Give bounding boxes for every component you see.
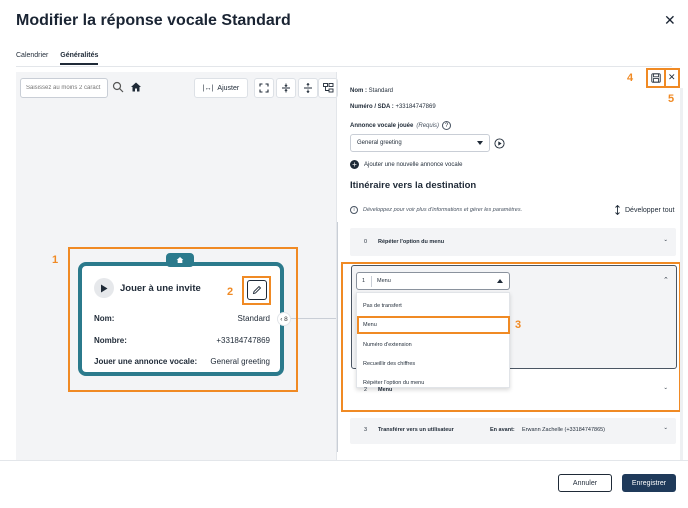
- home-icon: [176, 257, 184, 263]
- pencil-icon: [252, 285, 262, 295]
- item-number: 0: [364, 239, 368, 245]
- action-dropdown-menu: Pas de transfert Menu Numéro d'extension…: [356, 292, 510, 388]
- annotation-3: 3: [515, 319, 522, 331]
- modal-title: Modifier la réponse vocale Standard: [16, 12, 291, 29]
- node-row-nombre: Nombre: +33184747869: [94, 336, 270, 345]
- highlight-box-3: [357, 316, 510, 334]
- fit-width-icon: |↔|: [202, 84, 214, 92]
- ajuster-label: Ajuster: [217, 84, 240, 92]
- tabs-divider: [16, 66, 672, 67]
- dropdown-option[interactable]: Numéro d'extension: [363, 342, 412, 348]
- annotation-1: 1: [52, 254, 59, 266]
- annonce-select[interactable]: General greeting: [350, 134, 490, 152]
- accordion-item-0[interactable]: 0 Répéter l'option du menu ⌄: [350, 228, 676, 256]
- help-icon[interactable]: ?: [442, 121, 452, 130]
- cancel-button[interactable]: Annuler: [558, 474, 612, 492]
- expand-all-label: Développer tout: [625, 206, 675, 214]
- dropdown-option[interactable]: Recueillir des chiffres: [363, 361, 415, 367]
- expand-vertical-button[interactable]: [298, 78, 318, 98]
- required-text: (Requis): [416, 122, 440, 129]
- collapse-vertical-icon: [282, 83, 290, 93]
- nom-key: Nom :: [350, 88, 367, 94]
- item-label: Menu: [378, 387, 393, 393]
- node-row-value: General greeting: [210, 357, 270, 366]
- annotation-2: 2: [227, 286, 234, 298]
- item-number: 3: [364, 427, 368, 433]
- caret-down-icon: [477, 141, 483, 145]
- info-row: i Développez pour voir plus d'informatio…: [350, 206, 522, 214]
- save-button[interactable]: Enregistrer: [622, 474, 676, 492]
- annonce-select-value: General greeting: [357, 140, 402, 146]
- chevron-down-icon: ⌄: [663, 385, 668, 391]
- sda-value: +33184747869: [395, 104, 436, 110]
- search-icon[interactable]: [112, 81, 124, 93]
- expand-arrows-icon: [615, 205, 620, 215]
- home-icon[interactable]: [130, 81, 142, 93]
- fullscreen-icon: [259, 83, 269, 93]
- node-row-key: Jouer une annonce vocale:: [94, 357, 198, 366]
- annonce-label-text: Annonce vocale jouée: [350, 122, 414, 129]
- add-annonce-label: Ajouter une nouvelle annonce vocale: [364, 161, 463, 168]
- node-row-key: Nom:: [94, 314, 115, 323]
- accordion-item-2[interactable]: 2 Menu ⌄: [350, 380, 676, 404]
- accordion-item-3[interactable]: 3 Transférer vers un utilisateur En avan…: [350, 418, 676, 444]
- ajuster-button[interactable]: |↔| Ajuster: [194, 78, 248, 98]
- item-extra-key: En avant:: [490, 427, 515, 433]
- nom-value: Standard: [368, 88, 394, 94]
- info-text: Développez pour voir plus d'informations…: [363, 207, 523, 213]
- play-preview-icon[interactable]: [494, 138, 505, 149]
- item-number: 2: [364, 387, 368, 393]
- node-row-nom: Nom: Standard: [94, 314, 270, 323]
- close-modal-icon[interactable]: ✕: [664, 12, 676, 29]
- plus-icon: +: [350, 160, 359, 169]
- connector-line: [317, 318, 337, 319]
- expand-vertical-icon: [304, 83, 312, 93]
- annonce-label: Annonce vocale jouée (Requis) ?: [350, 121, 452, 130]
- annotation-4: 4: [627, 72, 634, 84]
- node-row-value: +33184747869: [216, 336, 270, 345]
- tab-generalites[interactable]: Généralités: [60, 52, 99, 65]
- sda-field: Numéro / SDA : +33184747869: [350, 104, 436, 110]
- item-extra-value: Erwann Zachelle (+33184747865): [522, 427, 606, 433]
- tree-line: [337, 222, 338, 452]
- item-label: Répéter l'option du menu: [378, 239, 445, 245]
- node-row-key: Nombre:: [94, 336, 127, 345]
- chevron-down-icon: ⌄: [663, 237, 668, 243]
- panel-scrollbar[interactable]: [680, 88, 683, 460]
- search-input[interactable]: [20, 78, 108, 98]
- node-row-value: Standard: [237, 314, 270, 323]
- annotation-5: 5: [668, 93, 675, 105]
- collapse-vertical-button[interactable]: [276, 78, 296, 98]
- save-icon[interactable]: [651, 73, 661, 83]
- chevron-down-icon: ⌄: [663, 425, 668, 431]
- fullscreen-button[interactable]: [254, 78, 274, 98]
- tab-bar: Calendrier Généralités: [16, 52, 99, 65]
- node-row-annonce: Jouer une annonce vocale: General greeti…: [94, 357, 270, 366]
- play-icon[interactable]: [94, 278, 114, 298]
- nom-field: Nom : Standard: [350, 88, 393, 94]
- expand-all-button[interactable]: Développer tout: [614, 205, 674, 215]
- layout-button[interactable]: [318, 78, 338, 98]
- close-panel-icon[interactable]: ✕: [668, 72, 676, 83]
- item-label: Transférer vers un utilisateur: [378, 427, 454, 433]
- node-title-label: Jouer à une invite: [120, 282, 201, 294]
- dropdown-option[interactable]: Pas de transfert: [363, 303, 402, 309]
- node-home-tab: [166, 253, 194, 267]
- info-icon: i: [350, 206, 358, 214]
- add-annonce-button[interactable]: + Ajouter une nouvelle annonce vocale: [350, 160, 462, 169]
- node-title: Jouer à une invite: [94, 278, 201, 298]
- sda-key: Numéro / SDA :: [350, 104, 394, 110]
- collapse-children-button[interactable]: ‹ 8: [277, 312, 291, 326]
- layout-icon: [322, 83, 333, 93]
- section-title: Itinéraire vers la destination: [350, 180, 477, 191]
- footer-divider: [0, 460, 688, 461]
- edit-node-button[interactable]: [247, 280, 267, 300]
- tab-calendrier[interactable]: Calendrier: [16, 52, 48, 65]
